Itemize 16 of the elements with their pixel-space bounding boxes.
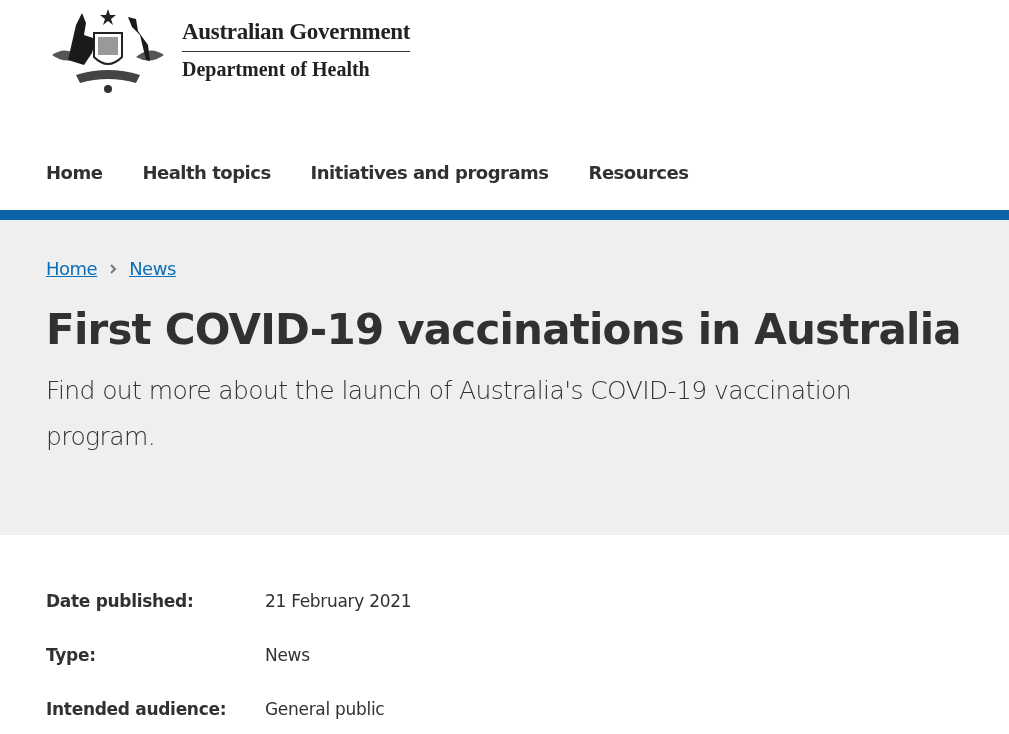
page-summary: Find out more about the launch of Australia's COVID-19 vaccination program.: [46, 375, 852, 453]
meta-label: Date published:: [46, 591, 195, 611]
meta-label: Intended audience:: [46, 699, 228, 719]
government-name: Australian Government: [182, 19, 411, 52]
meta-value: General public: [265, 699, 386, 719]
breadcrumb-link[interactable]: Home: [46, 258, 98, 279]
nav-link[interactable]: Resources: [568, 148, 709, 183]
meta-label: Type:: [46, 645, 97, 665]
page-title: First COVID-19 vaccinations in Australia: [46, 305, 962, 354]
nav-link[interactable]: Initiatives and programs: [290, 148, 569, 183]
nav-link[interactable]: Home: [26, 148, 123, 183]
meta-value: News: [265, 645, 311, 665]
nav-link[interactable]: Health topics: [122, 148, 291, 183]
department-name: Department of Health: [182, 57, 371, 81]
meta-value: 21 February 2021: [265, 591, 413, 611]
breadcrumb-link[interactable]: News: [129, 258, 176, 279]
